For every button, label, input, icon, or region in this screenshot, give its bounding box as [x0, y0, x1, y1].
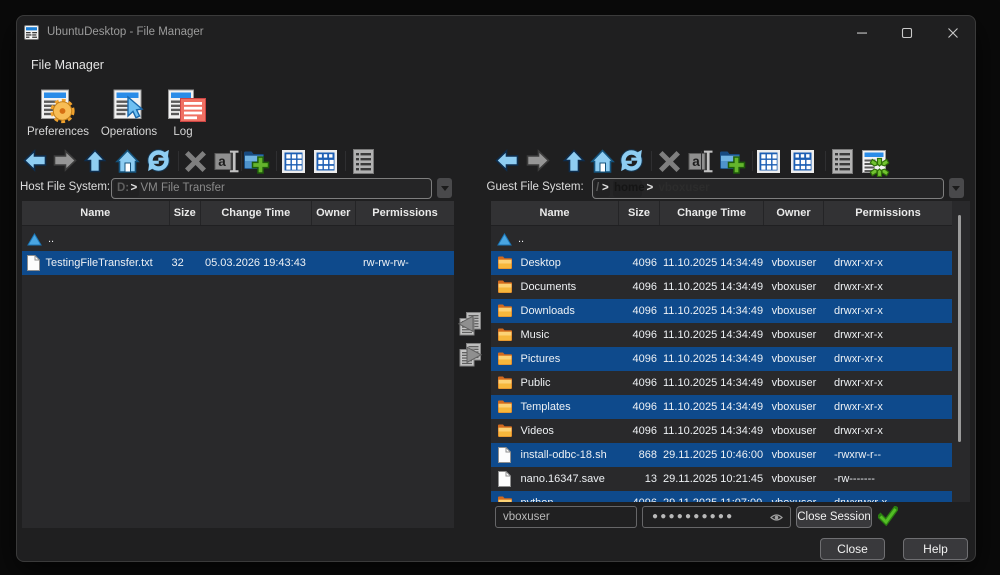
svg-text:a: a [218, 154, 226, 169]
svg-text:a: a [692, 154, 700, 169]
